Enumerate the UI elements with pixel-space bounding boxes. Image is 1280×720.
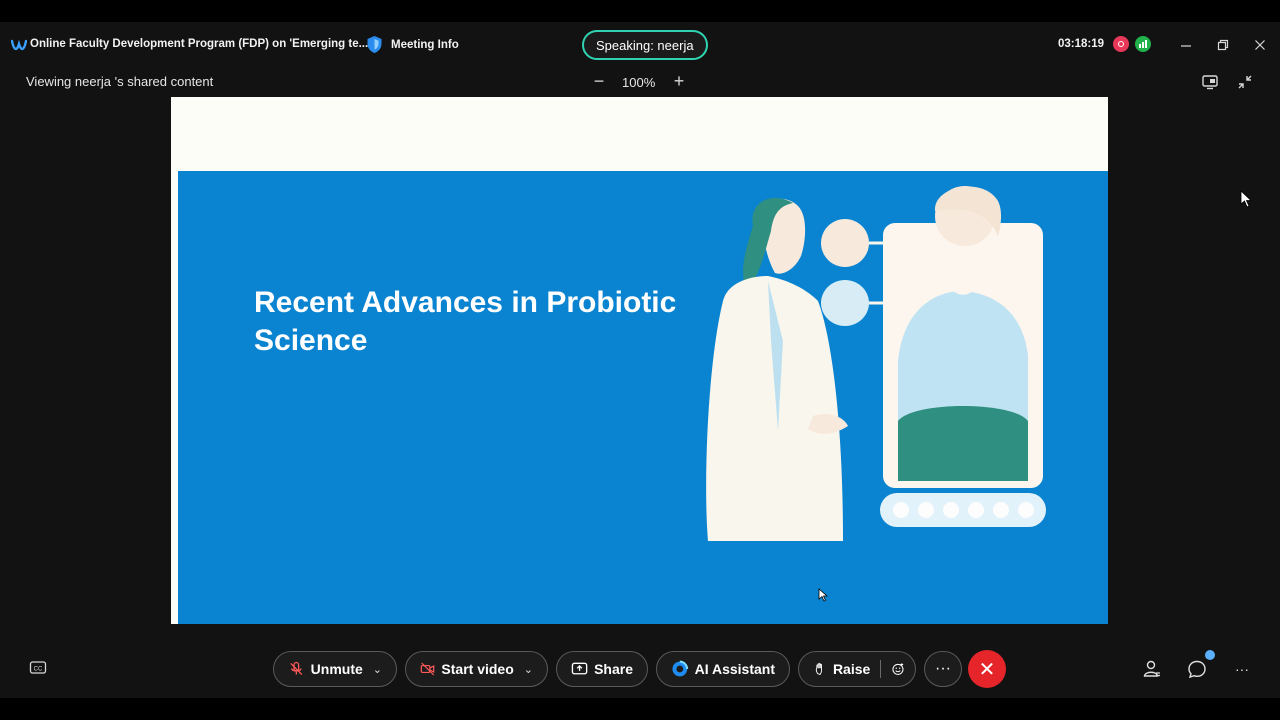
captions-icon[interactable]: CC (29, 660, 47, 676)
close-window-button[interactable] (1249, 34, 1271, 56)
share-screen-icon (571, 662, 588, 675)
zoom-out-button[interactable]: − (589, 71, 609, 91)
minimize-icon (1181, 45, 1191, 47)
more-options-button[interactable]: ··· (924, 651, 962, 687)
slide-title: Recent Advances in Probiotic Science (254, 286, 677, 357)
active-speaker-indicator: Speaking: neerja (582, 30, 708, 60)
leave-meeting-button[interactable]: ✕ (968, 650, 1006, 688)
raise-label: Raise (832, 661, 871, 677)
share-button[interactable]: Share (556, 651, 648, 687)
meeting-title: Online Faculty Development Program (FDP)… (30, 38, 369, 50)
viewing-shared-content-label: Viewing neerja 's shared content (26, 74, 214, 89)
zoom-level[interactable]: 100% (622, 75, 655, 90)
meeting-window: Online Faculty Development Program (FDP)… (0, 22, 1280, 698)
ai-assistant-button[interactable]: AI Assistant (656, 651, 790, 687)
unmute-button[interactable]: Unmute ⌄ (273, 651, 397, 687)
share-label: Share (594, 661, 633, 677)
zoom-in-button[interactable]: + (669, 71, 689, 91)
recording-icon[interactable] (1113, 36, 1129, 52)
raise-hand-button[interactable]: Raise (798, 651, 916, 687)
divider (880, 660, 882, 678)
participants-icon[interactable] (1142, 659, 1162, 679)
microphone-muted-icon (290, 661, 303, 676)
doctor-telehealth-illustration (706, 186, 1046, 541)
title-bar: Online Faculty Development Program (FDP)… (0, 22, 1280, 68)
chat-notification-dot (1205, 650, 1215, 660)
restore-button[interactable] (1212, 34, 1234, 56)
minimize-button[interactable] (1175, 34, 1197, 56)
slide: Recent Advances in Probiotic Science (178, 171, 1108, 624)
exit-fullscreen-icon[interactable] (1236, 73, 1254, 91)
chat-icon[interactable] (1187, 659, 1207, 679)
start-video-button[interactable]: Start video ⌄ (405, 651, 548, 687)
chevron-down-icon[interactable]: ⌄ (373, 663, 382, 676)
network-icon[interactable] (1135, 36, 1151, 52)
video-off-icon (420, 662, 435, 676)
more-panels-icon[interactable]: ··· (1232, 659, 1252, 679)
close-icon (1255, 40, 1265, 50)
restore-icon (1217, 39, 1229, 51)
ai-assistant-label: AI Assistant (694, 661, 775, 677)
meeting-info-button[interactable]: Meeting Info (366, 35, 459, 54)
unmute-label: Unmute (310, 661, 363, 677)
svg-text:CC: CC (34, 667, 43, 673)
chevron-down-icon[interactable]: ⌄ (524, 663, 533, 676)
reactions-icon[interactable] (891, 660, 905, 678)
shared-content-area: Recent Advances in Probiotic Science (171, 97, 1108, 624)
start-video-label: Start video (441, 661, 514, 677)
mouse-pointer-icon (1240, 190, 1252, 208)
slide-pointer-icon (818, 588, 828, 602)
ai-assistant-icon (672, 660, 689, 677)
meeting-info-label: Meeting Info (391, 38, 459, 51)
view-options-icon[interactable] (1201, 73, 1219, 91)
shield-icon (367, 36, 382, 53)
webex-logo-icon (11, 39, 27, 51)
meeting-timer: 03:18:19 (1058, 38, 1105, 50)
hand-icon (815, 663, 822, 675)
